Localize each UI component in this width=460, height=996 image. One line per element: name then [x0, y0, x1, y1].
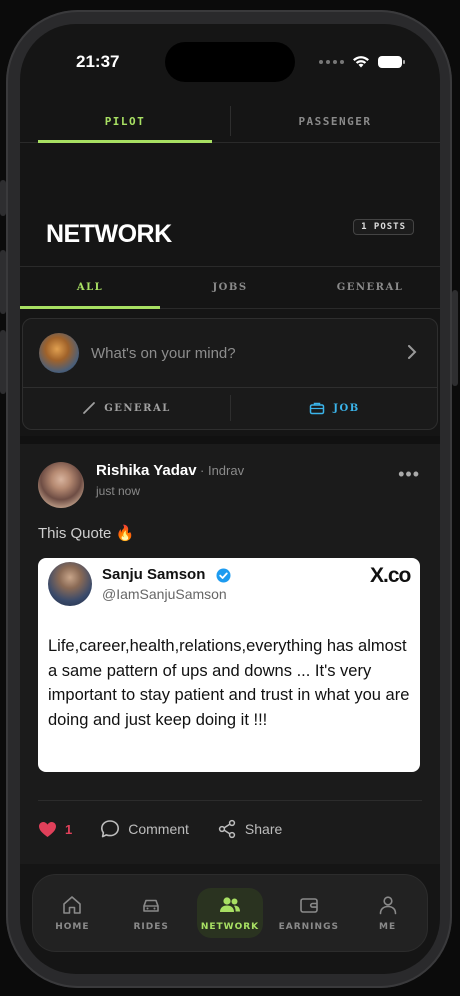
- post-meta-separator: ·: [200, 463, 205, 478]
- avatar[interactable]: [39, 333, 79, 373]
- compose-job-label: JOB: [333, 402, 360, 414]
- nav-home-label: HOME: [55, 922, 90, 932]
- phone-power-button: [452, 290, 458, 386]
- nav-me-label: ME: [379, 922, 397, 932]
- post-author[interactable]: Rishika Yadav: [96, 462, 197, 479]
- tab-pilot[interactable]: PILOT: [20, 100, 230, 143]
- post-actions: 1 Comment Share: [38, 814, 282, 844]
- phone-volume-up: [0, 250, 6, 314]
- tab-general[interactable]: GENERAL: [300, 267, 440, 308]
- signal-icon: [319, 59, 344, 64]
- tweet-handle: @IamSanjuSamson: [102, 586, 227, 602]
- post-text: This Quote 🔥: [38, 525, 135, 542]
- compose-general-button[interactable]: GENERAL: [23, 387, 230, 429]
- nav-rides[interactable]: RIDES: [118, 888, 184, 938]
- role-tabs-divider: [230, 106, 231, 136]
- comment-button[interactable]: Comment: [100, 819, 189, 839]
- comment-icon: [101, 820, 120, 838]
- tweet-avatar: [48, 562, 92, 606]
- nav-earnings[interactable]: EARNINGS: [276, 888, 342, 938]
- compose-job-button[interactable]: JOB: [231, 387, 438, 429]
- post-location: · Indrav: [200, 463, 244, 478]
- nav-home[interactable]: HOME: [39, 888, 105, 938]
- tab-passenger[interactable]: PASSENGER: [230, 100, 440, 142]
- status-time: 21:37: [76, 52, 120, 71]
- heart-icon: [39, 821, 56, 837]
- filter-tabs: ALL JOBS GENERAL: [20, 266, 440, 309]
- composer-input[interactable]: What's on your mind?: [91, 345, 236, 362]
- nav-rides-label: RIDES: [133, 922, 169, 932]
- comment-label: Comment: [128, 821, 189, 837]
- like-button[interactable]: 1: [38, 821, 72, 838]
- share-button[interactable]: Share: [217, 819, 282, 839]
- status-icons: [319, 55, 405, 68]
- app-screen: 21:37 PILOT PASSENGER NETWORK 1 POSTS AL…: [20, 24, 440, 974]
- more-options-icon[interactable]: •••: [398, 464, 420, 485]
- nav-network-label: NETWORK: [200, 922, 260, 932]
- post-divider: [38, 800, 422, 801]
- nav-earnings-label: EARNINGS: [278, 922, 339, 932]
- tweet-author: Sanju Samson: [102, 566, 206, 583]
- share-icon: [218, 819, 236, 839]
- like-count: 1: [65, 821, 73, 837]
- briefcase-icon: [310, 402, 325, 415]
- post-location-text: Indrav: [207, 463, 245, 478]
- post-image[interactable]: Sanju Samson @IamSanjuSamson X.co Life,c…: [38, 558, 420, 772]
- battery-icon: [378, 55, 405, 68]
- car-icon: [143, 899, 159, 912]
- tweet-body: Life,career,health,relations,everything …: [48, 637, 410, 729]
- page-title: NETWORK: [46, 220, 172, 248]
- pencil-icon: [83, 402, 96, 414]
- bottom-navigation: HOME RIDES NETWORK EARNINGS ME: [32, 874, 428, 952]
- share-label: Share: [244, 821, 283, 837]
- wifi-icon: [353, 56, 369, 68]
- compose-general-label: GENERAL: [104, 402, 171, 414]
- posts-count-badge: 1 POSTS: [353, 219, 414, 235]
- person-icon: [379, 896, 396, 915]
- tab-jobs[interactable]: JOBS: [160, 267, 300, 308]
- chevron-right-icon[interactable]: [407, 345, 417, 359]
- avatar[interactable]: [38, 462, 84, 508]
- verified-icon: [216, 568, 231, 583]
- home-icon: [63, 896, 82, 914]
- post-composer: What's on your mind? GENERAL JOB: [22, 318, 438, 430]
- x-logo: X.co: [370, 564, 411, 587]
- nav-me[interactable]: ME: [355, 888, 421, 938]
- people-icon: [219, 897, 240, 912]
- post-timestamp: just now: [96, 484, 141, 498]
- wallet-icon: [299, 898, 318, 913]
- tab-all[interactable]: ALL: [20, 267, 160, 309]
- nav-network[interactable]: NETWORK: [196, 888, 263, 938]
- post-card: Rishika Yadav · Indrav just now ••• This…: [20, 444, 440, 864]
- dynamic-island: [165, 42, 295, 82]
- phone-side-button: [0, 180, 6, 216]
- phone-volume-down: [0, 330, 6, 394]
